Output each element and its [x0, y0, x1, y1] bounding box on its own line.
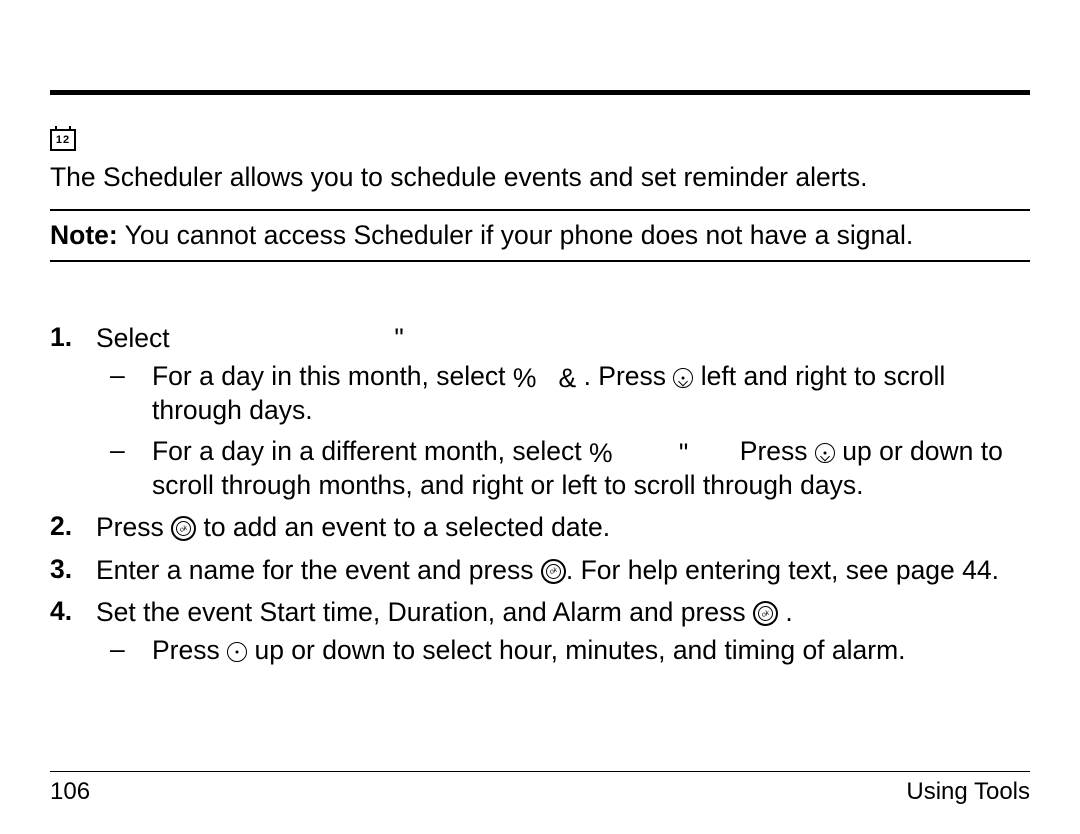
step-1: Select " For a day in this month, select… — [50, 322, 1030, 502]
calendar-icon: 12 — [50, 129, 76, 151]
amp-glyph: & — [559, 362, 577, 394]
note-label: Note: — [50, 220, 118, 250]
percent-glyph: % — [513, 362, 537, 394]
s1s2-gap1 — [613, 436, 679, 466]
nav-icon — [673, 368, 693, 388]
footer-rule — [50, 771, 1030, 772]
note-block: Note: You cannot access Scheduler if you… — [50, 209, 1030, 261]
s1s2-a: For a day in a different month, select — [152, 436, 589, 466]
s1s2-c: Press — [688, 436, 815, 466]
s3-b: . For help entering text, see page 44. — [566, 555, 999, 585]
step-list: Select " For a day in this month, select… — [50, 322, 1030, 667]
s1s1-gap1 — [536, 361, 558, 391]
ok-icon — [541, 559, 566, 584]
step-1-sub-1: For a day in this month, select % & . Pr… — [96, 360, 1030, 427]
step-4-sub-1: Press up or down to select hour, minutes… — [96, 634, 1030, 666]
s4s1-a: Press — [152, 635, 227, 665]
ok-icon — [753, 601, 778, 626]
quote-glyph: " — [679, 437, 688, 469]
step-1-a: Select — [96, 323, 177, 353]
s4s1-b: up or down to select hour, minutes, and … — [247, 635, 905, 665]
note-text: You cannot access Scheduler if your phon… — [118, 220, 914, 250]
top-rule — [50, 90, 1030, 95]
s4-b: . — [778, 597, 793, 627]
step-1-sub-2: For a day in a different month, select %… — [96, 435, 1030, 502]
nav-icon — [227, 642, 247, 662]
ok-icon — [171, 516, 196, 541]
s2-b: to add an event to a selected date. — [196, 512, 610, 542]
intro-text: The Scheduler allows you to schedule eve… — [50, 161, 1030, 193]
percent-glyph: % — [589, 437, 613, 469]
intro-block: 12 The Scheduler allows you to schedule … — [50, 129, 1030, 193]
s2-a: Press — [96, 512, 171, 542]
section-name: Using Tools — [906, 778, 1030, 806]
nav-icon — [815, 443, 835, 463]
s1s1-a: For a day in this month, select — [152, 361, 513, 391]
page-footer: 106 Using Tools — [50, 771, 1030, 806]
manual-page: 12 The Scheduler allows you to schedule … — [0, 0, 1080, 834]
s4-a: Set the event Start time, Duration, and … — [96, 597, 753, 627]
step-2: Press to add an event to a selected date… — [50, 511, 1030, 543]
s3-a: Enter a name for the event and press — [96, 555, 541, 585]
step-3: Enter a name for the event and press . F… — [50, 554, 1030, 586]
page-number: 106 — [50, 778, 90, 806]
step-4: Set the event Start time, Duration, and … — [50, 596, 1030, 667]
step-1-b: " — [394, 323, 403, 353]
s1s1-c: . Press — [576, 361, 673, 391]
